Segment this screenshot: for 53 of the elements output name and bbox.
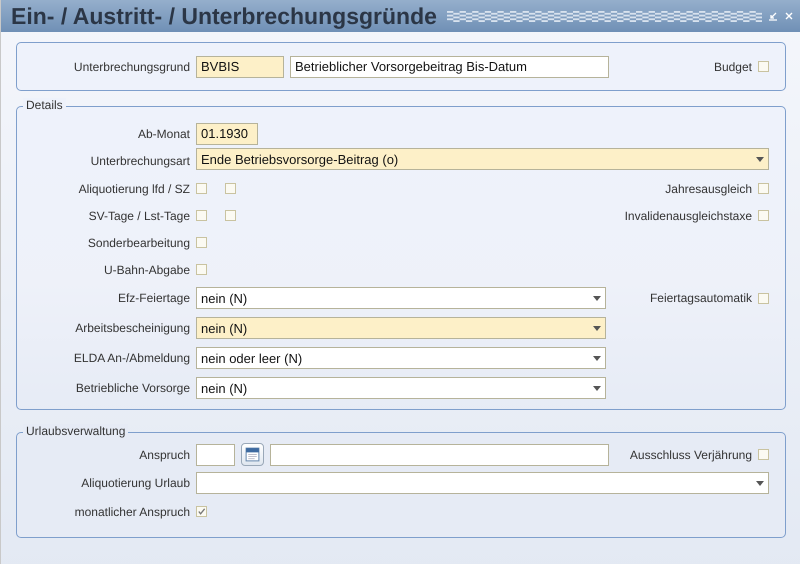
field-label: Arbeitsbescheinigung <box>74 321 191 335</box>
field-label: Efz-Feiertage <box>116 291 191 305</box>
field-label: monatlicher Anspruch <box>74 504 191 518</box>
input-field[interactable] <box>196 444 235 466</box>
field-label: U-Bahn-Abgabe <box>102 262 191 276</box>
field-label: Ausschluss Verjährung <box>630 448 752 462</box>
checkbox[interactable] <box>196 210 207 221</box>
checkbox[interactable] <box>196 237 207 248</box>
dropdown-arrow-icon[interactable] <box>593 386 601 390</box>
checkbox[interactable] <box>758 210 769 221</box>
input-field[interactable]: 01.1930 <box>196 122 258 144</box>
checkbox[interactable] <box>196 264 207 275</box>
field-label: Anspruch <box>138 448 191 462</box>
checkbox[interactable] <box>225 183 236 194</box>
checkbox[interactable] <box>758 292 769 304</box>
field-label: ELDA An-/Abmeldung <box>72 351 191 365</box>
field-label: Unterbrechungsart <box>90 154 191 168</box>
checkbox[interactable] <box>758 449 769 460</box>
panel-title: Details <box>23 98 66 112</box>
field-label: Jahresausgleich <box>665 182 752 196</box>
checkbox[interactable] <box>225 210 236 221</box>
calendar-button[interactable] <box>241 443 264 466</box>
panel-title: Urlaubsverwaltung <box>23 424 128 438</box>
dropdown-arrow-icon[interactable] <box>593 296 601 300</box>
dropdown[interactable]: Ende Betriebsvorsorge-Beitrag (o) <box>196 148 769 170</box>
dropdown[interactable]: nein oder leer (N) <box>196 347 606 369</box>
dropdown-arrow-icon[interactable] <box>756 156 764 162</box>
field-label: Sonderbearbeitung <box>86 236 191 250</box>
checkbox[interactable] <box>196 506 207 517</box>
field-label: Aliquotierung lfd / SZ <box>78 182 191 196</box>
field-label: SV-Tage / Lst-Tage <box>88 208 191 222</box>
dropdown[interactable]: nein (N) <box>196 287 606 309</box>
dropdown-arrow-icon[interactable] <box>593 356 601 360</box>
field-label: Ab-Monat <box>136 126 191 140</box>
field-label: Budget <box>714 60 752 74</box>
field-label: Betriebliche Vorsorge <box>74 381 191 395</box>
input-field[interactable]: Betrieblicher Vorsorgebeitrag Bis-Datum <box>290 56 609 78</box>
dropdown[interactable]: nein (N) <box>196 377 606 399</box>
field-label: Unterbrechungsgrund <box>72 60 191 74</box>
input-field[interactable]: BVBIS <box>196 56 284 78</box>
dropdown[interactable]: nein (N) <box>196 317 606 339</box>
window-title: Ein- / Austritt- / Unterbrechungsgründe <box>11 2 437 30</box>
dropdown-arrow-icon[interactable] <box>756 480 764 486</box>
checkbox[interactable] <box>758 61 769 72</box>
field-label: Aliquotierung Urlaub <box>80 476 191 490</box>
field-label: Invalidenausgleichstaxe <box>624 208 752 222</box>
checkbox[interactable] <box>758 183 769 194</box>
dropdown-arrow-icon[interactable] <box>593 326 601 330</box>
close-icon[interactable] <box>784 11 794 21</box>
restore-icon[interactable] <box>768 11 778 21</box>
checkbox[interactable] <box>196 183 207 194</box>
field-label: Feiertagsautomatik <box>650 291 752 305</box>
input-field[interactable] <box>270 444 609 466</box>
